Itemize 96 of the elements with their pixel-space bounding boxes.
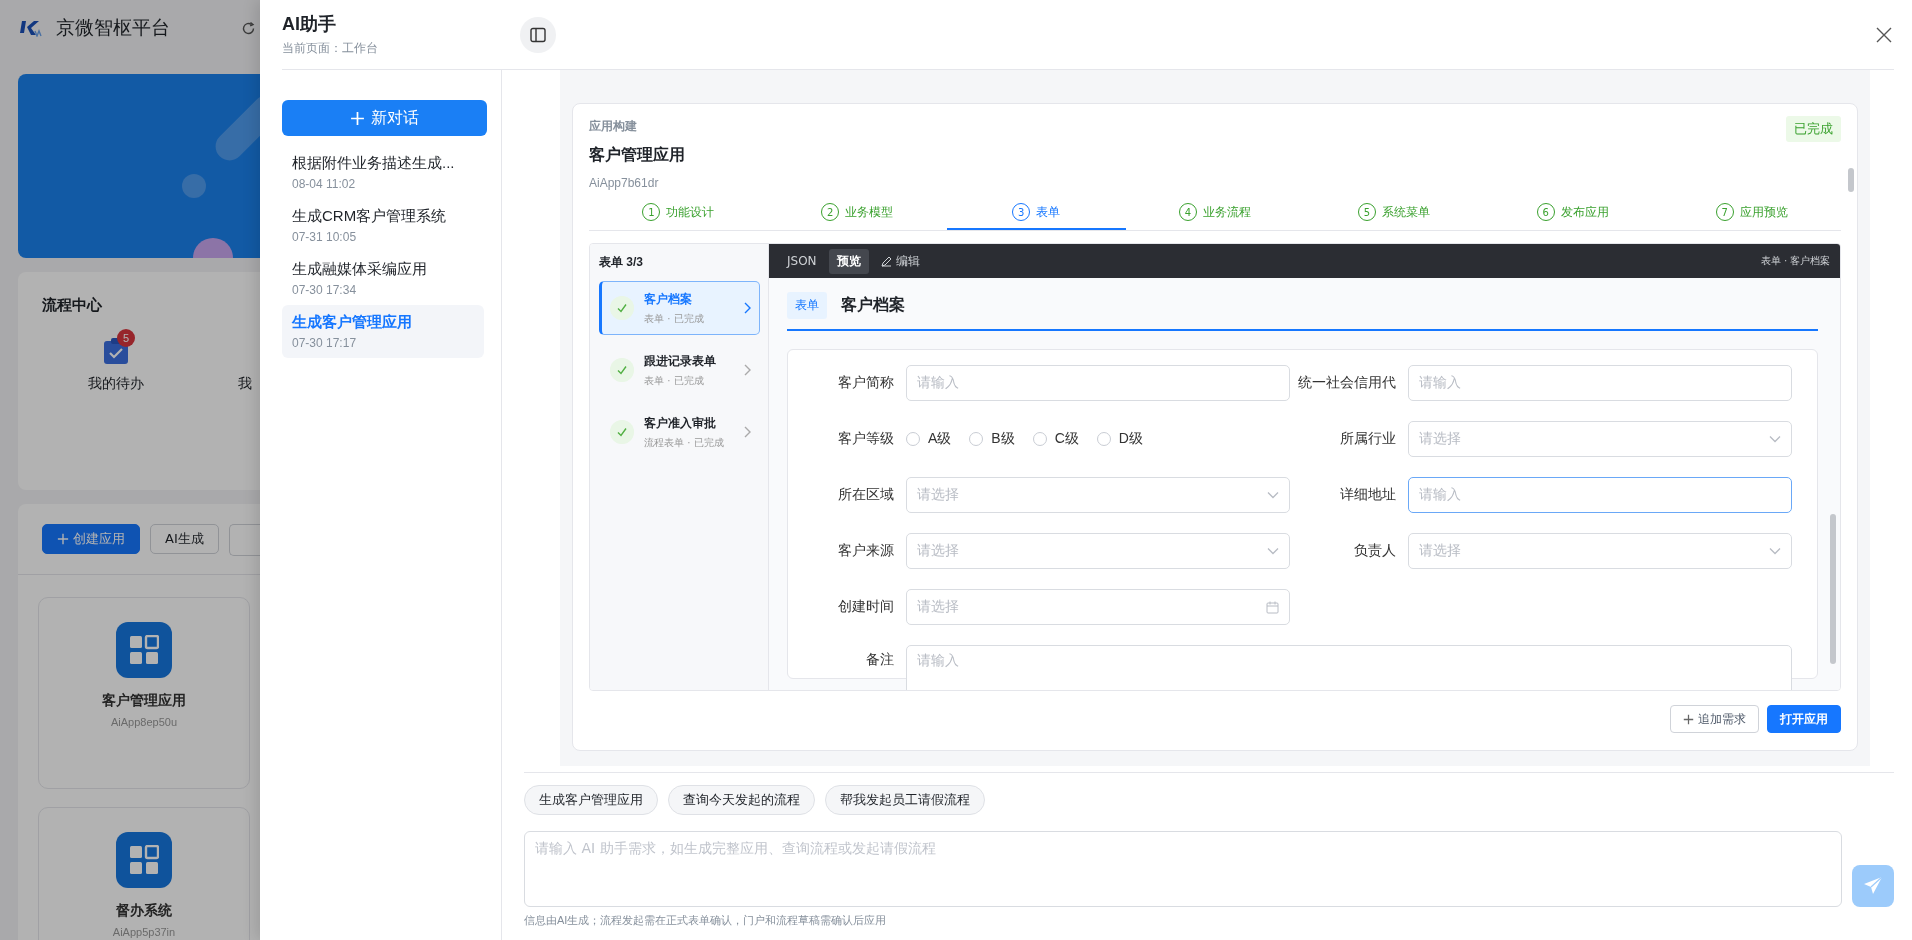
history-item[interactable]: 根据附件业务描述生成... 08-04 11:02 bbox=[282, 146, 484, 199]
logo-icon bbox=[20, 19, 42, 37]
step-tab[interactable]: 3 表单 bbox=[946, 196, 1126, 230]
grid-icon bbox=[116, 622, 172, 678]
app-code: AiApp5p37in bbox=[112, 926, 176, 938]
history-title: 生成CRM客户管理系统 bbox=[292, 207, 448, 226]
field-label: 客户来源 bbox=[837, 542, 894, 560]
plus-icon bbox=[350, 110, 365, 126]
radio-label: C级 bbox=[1054, 430, 1079, 448]
history-time: 08-04 11:02 bbox=[292, 177, 357, 191]
scrollbar[interactable] bbox=[1848, 168, 1854, 192]
form-list-item[interactable]: 客户档案 表单 · 已完成 bbox=[599, 281, 760, 335]
chevron-down-icon bbox=[1267, 491, 1279, 499]
action-button[interactable]: 打开应用 bbox=[1767, 705, 1841, 733]
app-code: AiApp7b61dr bbox=[589, 176, 660, 190]
form-list-item[interactable]: 客户准入审批 流程表单 · 已完成 bbox=[599, 405, 760, 459]
radio-button[interactable] bbox=[906, 432, 920, 446]
radio-label: D级 bbox=[1118, 430, 1143, 448]
grid-icon bbox=[116, 832, 172, 888]
app-name: 督办系统 bbox=[116, 902, 172, 920]
chevron-down-icon bbox=[1267, 547, 1279, 555]
disclaimer-text: 信息由AI生成；流程发起需在正式表单确认，门户和流程草稿需确认后应用 bbox=[524, 913, 888, 928]
field-label: 所属行业 bbox=[1339, 430, 1396, 448]
step-tab[interactable]: 7 应用预览 bbox=[1662, 196, 1841, 230]
view-tab[interactable]: 预览 bbox=[828, 248, 869, 274]
breadcrumb: 表单 · 客户档案 bbox=[1761, 254, 1830, 268]
radio-label: B级 bbox=[991, 430, 1015, 448]
step-tab[interactable]: 4 业务流程 bbox=[1125, 196, 1305, 230]
status-tag: 已完成 bbox=[1786, 116, 1841, 142]
suggestion-chip[interactable]: 生成客户管理应用 bbox=[524, 785, 658, 815]
field-label: 负责人 bbox=[1353, 542, 1396, 560]
history-item[interactable]: 生成客户管理应用 07-30 17:17 bbox=[282, 305, 484, 358]
form-list-header: 表单 3/3 bbox=[599, 254, 644, 271]
suggestion-chip[interactable]: 帮我发起员工请假流程 bbox=[825, 785, 985, 815]
radio-button[interactable] bbox=[1096, 432, 1111, 446]
history-item[interactable]: 生成融媒体采编应用 07-30 17:34 bbox=[282, 252, 484, 305]
drawer-subtitle: 当前页面：工作台 bbox=[282, 40, 379, 57]
message-input[interactable]: 请输入 AI 助手需求，如生成完整应用、查询流程或发起请假流程 bbox=[524, 831, 1842, 907]
view-tab[interactable]: JSON bbox=[779, 250, 825, 272]
scrollbar[interactable] bbox=[1830, 514, 1836, 664]
step-tab[interactable]: 1 功能设计 bbox=[589, 196, 768, 230]
field-label: 统一社会信用代 bbox=[1297, 374, 1396, 392]
send-icon bbox=[1863, 876, 1883, 896]
view-tab[interactable]: 编辑 bbox=[872, 248, 928, 274]
sidebar-icon bbox=[530, 26, 546, 43]
app-name: 客户管理应用 bbox=[102, 692, 186, 710]
plus-icon bbox=[1683, 713, 1694, 725]
step-tab[interactable]: 5 系统菜单 bbox=[1304, 196, 1484, 230]
history-title: 根据附件业务描述生成... bbox=[292, 154, 456, 173]
chevron-right-icon bbox=[743, 426, 751, 438]
toolbar-button[interactable]: AI生成 bbox=[150, 524, 219, 554]
toolbar-button[interactable]: 创建应用 bbox=[42, 524, 140, 554]
radio-button[interactable] bbox=[1032, 432, 1047, 446]
calendar-icon bbox=[1266, 600, 1279, 614]
sidebar-toggle-button[interactable] bbox=[520, 16, 556, 53]
pencil-icon bbox=[880, 255, 892, 267]
history-time: 07-31 10:05 bbox=[292, 230, 358, 244]
history-time: 07-30 17:17 bbox=[292, 336, 358, 350]
field-label: 创建时间 bbox=[837, 598, 894, 616]
radio-label: A级 bbox=[928, 430, 952, 448]
plus-icon bbox=[57, 533, 69, 545]
form-title: 客户档案 bbox=[841, 295, 905, 315]
history-title: 生成客户管理应用 bbox=[292, 313, 413, 332]
form-tag: 表单 bbox=[787, 292, 827, 319]
chevron-down-icon bbox=[1769, 547, 1781, 555]
history-time: 07-30 17:34 bbox=[292, 283, 358, 297]
app-card[interactable]: 督办系统 AiApp5p37in bbox=[38, 807, 250, 940]
card-label: 应用构建 bbox=[589, 118, 638, 135]
history-title: 生成融媒体采编应用 bbox=[292, 260, 428, 279]
history-item[interactable]: 生成CRM客户管理系统 07-31 10:05 bbox=[282, 199, 484, 252]
chevron-right-icon bbox=[743, 364, 751, 376]
shortcut-label[interactable]: 我 bbox=[238, 375, 252, 393]
refresh-icon[interactable] bbox=[241, 20, 256, 36]
shortcut-label[interactable]: 我的待办 bbox=[88, 375, 144, 393]
radio-button[interactable] bbox=[969, 432, 984, 446]
new-chat-button[interactable]: 新对话 bbox=[282, 100, 487, 136]
brand-name: 京微智枢平台 bbox=[56, 16, 170, 40]
app-title: 客户管理应用 bbox=[589, 145, 685, 165]
drawer-title: AI助手 bbox=[282, 13, 337, 36]
field-label: 客户简称 bbox=[837, 374, 894, 392]
field-label: 备注 bbox=[865, 650, 894, 669]
step-tab[interactable]: 6 发布应用 bbox=[1483, 196, 1663, 230]
action-button[interactable]: 追加需求 bbox=[1670, 705, 1759, 733]
field-label: 客户等级 bbox=[837, 430, 894, 448]
suggestion-chip[interactable]: 查询今天发起的流程 bbox=[668, 785, 815, 815]
send-button[interactable] bbox=[1852, 865, 1894, 907]
field-label: 详细地址 bbox=[1339, 486, 1396, 504]
app-card[interactable]: 客户管理应用 AiApp8ep50u bbox=[38, 597, 250, 789]
step-tab[interactable]: 2 业务模型 bbox=[767, 196, 947, 230]
section-title: 流程中心 bbox=[42, 296, 103, 315]
count-badge: 5 bbox=[117, 329, 135, 347]
app-code: AiApp8ep50u bbox=[110, 716, 178, 728]
chevron-down-icon bbox=[1769, 435, 1781, 443]
field-label: 所在区域 bbox=[837, 486, 894, 504]
chevron-right-icon bbox=[743, 302, 751, 314]
form-list-item[interactable]: 跟进记录表单 表单 · 已完成 bbox=[599, 343, 760, 397]
